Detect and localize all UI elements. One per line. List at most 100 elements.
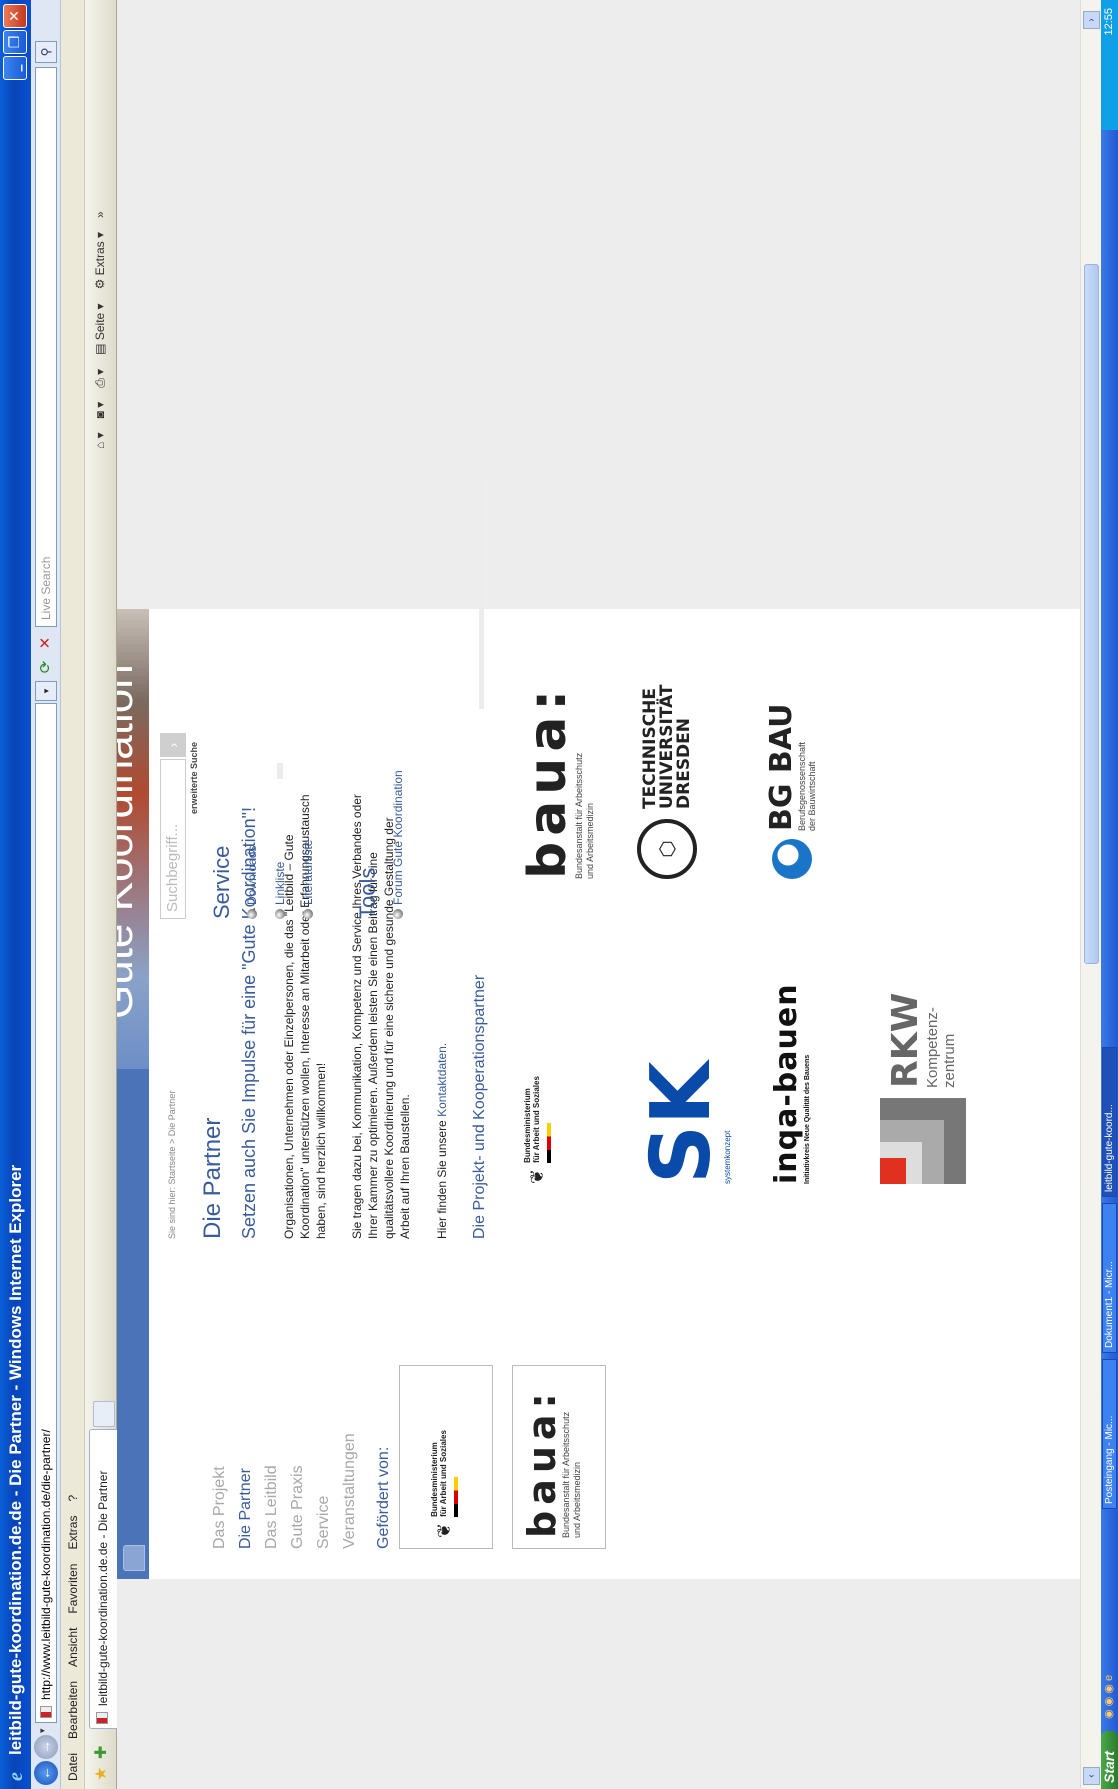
feeds-icon[interactable]: ◙ ▾ xyxy=(93,402,108,419)
taskbar-item-ie[interactable]: leitbild-gute-koord... xyxy=(1102,1047,1117,1197)
menu-help[interactable]: ? xyxy=(66,1495,80,1502)
link-downloads[interactable]: Downloads xyxy=(245,846,259,919)
tabs-row: ★ ✚ leitbild-gute-koordination.de.de - D… xyxy=(85,0,117,1789)
history-dropdown-icon[interactable]: ▾ xyxy=(37,1728,48,1733)
forward-button[interactable]: → xyxy=(34,1735,58,1759)
partner-logo-bmas[interactable]: ❦ Bundesministerium für Arbeit und Sozia… xyxy=(523,1073,551,1184)
divider xyxy=(277,763,283,779)
baua-wordmark: baua: xyxy=(520,1387,564,1538)
nav-service[interactable]: Service xyxy=(311,1433,337,1549)
ie-logo-icon: e xyxy=(4,1772,27,1781)
tools-menu[interactable]: ⚙ Extras ▾ xyxy=(93,232,108,289)
horizontal-scrollbar[interactable]: ‹ › xyxy=(1080,0,1101,1789)
advanced-search-link[interactable]: erweiterte Suche xyxy=(189,742,199,814)
partner-logo-systemkonzept[interactable]: SK systemkonzept xyxy=(634,1044,732,1184)
contact-text: Hier finden Sie unsere xyxy=(435,1116,449,1239)
favorites-star-icon[interactable]: ★ xyxy=(91,1767,111,1781)
partner-logo-inqa-bauen[interactable]: inqa-bauen Initiativkreis Neue Qualität … xyxy=(769,983,811,1184)
site-search-button[interactable]: › xyxy=(160,733,186,757)
home-icon[interactable]: ⌂ ▾ xyxy=(93,432,108,449)
bullet-icon xyxy=(303,909,313,919)
partners-heading: Die Projekt- und Kooperationspartner xyxy=(471,974,488,1239)
site-search-input[interactable]: Suchbegriff... xyxy=(160,759,186,919)
flag-stripe xyxy=(454,1476,458,1517)
site-banner: Gute Koordination xyxy=(117,609,149,1579)
system-tray: 12:55 xyxy=(1101,0,1118,130)
taskbar-item-word[interactable]: Dokument1 - Micr... xyxy=(1102,1203,1117,1353)
address-url: http://www.leitbild-gute-koordination.de… xyxy=(39,1429,53,1700)
nav-das-leitbild[interactable]: Das Leitbild xyxy=(259,1433,285,1549)
tud-seal-icon: ⬡ xyxy=(637,819,697,879)
quicklaunch-icons[interactable]: ◉ ◉ ◉ e xyxy=(1102,1675,1115,1719)
back-button[interactable]: ← xyxy=(34,1761,58,1785)
divider xyxy=(479,479,484,709)
inqa-tagline: Initiativkreis Neue Qualität des Bauens xyxy=(804,1054,811,1184)
refresh-icon[interactable]: ⟳ xyxy=(36,657,56,677)
nav-das-projekt[interactable]: Das Projekt xyxy=(207,1433,233,1549)
bullet-icon xyxy=(247,909,257,919)
page-viewport: Gute Koordination Das Projekt Die Partne… xyxy=(117,0,1101,1789)
page-menu-label: Seite xyxy=(93,312,107,341)
scroll-right-icon[interactable]: › xyxy=(1083,11,1100,29)
main-nav: Das Projekt Die Partner Das Leitbild Gut… xyxy=(207,1433,363,1549)
close-button[interactable]: ✕ xyxy=(3,4,27,28)
partner-logo-baua[interactable]: baua: Bundesanstalt für Arbeitsschutz un… xyxy=(518,683,596,879)
link-forum[interactable]: Forum Gute Koordination xyxy=(391,770,405,919)
taskbar-item-outlook[interactable]: Posteingang - Mic... xyxy=(1102,1359,1117,1509)
minimize-button[interactable]: _ xyxy=(3,56,27,80)
menu-ansicht[interactable]: Ansicht xyxy=(66,1628,80,1667)
menu-bearbeiten[interactable]: Bearbeiten xyxy=(66,1681,80,1739)
stop-icon[interactable]: ✕ xyxy=(36,633,56,653)
nav-gute-praxis[interactable]: Gute Praxis xyxy=(285,1433,311,1549)
bgbau-wordmark: BG BAU xyxy=(764,703,799,831)
banner-tab xyxy=(123,1545,145,1571)
nav-veranstaltungen[interactable]: Veranstaltungen xyxy=(337,1433,363,1549)
bullet-icon xyxy=(275,909,285,919)
nav-die-partner[interactable]: Die Partner xyxy=(233,1433,259,1549)
scrollbar-thumb[interactable] xyxy=(1084,264,1099,964)
more-chevron-icon[interactable]: » xyxy=(93,211,108,218)
restore-button[interactable]: ❐ xyxy=(3,30,27,54)
baua-line2: und Arbeitsmedizin xyxy=(585,802,595,879)
bmas-line2: für Arbeit und Soziales xyxy=(439,1430,448,1517)
address-row: ← → ▾ http://www.leitbild-gute-koordinat… xyxy=(31,0,61,1789)
federal-eagle-icon: ❦ xyxy=(526,1168,547,1184)
baua-wordmark: baua: xyxy=(518,683,578,879)
search-icon[interactable]: ⚲ xyxy=(35,41,57,63)
print-icon[interactable]: ⎙ ▾ xyxy=(93,369,108,388)
site-favicon-icon xyxy=(40,1706,52,1718)
partner-logo-rkw[interactable]: RKW Kompetenz- zentrum xyxy=(880,993,966,1184)
federal-eagle-icon: ❦ xyxy=(433,1522,454,1538)
link-linkliste-label: Linkliste xyxy=(273,861,287,905)
command-bar: ⌂ ▾ ◙ ▾ ⎙ ▾ ▤ Seite ▾ ⚙ Extras ▾ » xyxy=(93,211,108,449)
live-search-input[interactable]: Live Search xyxy=(35,67,57,627)
partner-logo-bg-bau[interactable]: BG BAU Berufsgenossenschaft der Bauwirts… xyxy=(764,703,817,879)
banner-title: Gute Koordination xyxy=(117,664,142,1019)
rkw-line2: zentrum xyxy=(941,1033,958,1088)
tab-die-partner[interactable]: leitbild-gute-koordination.de.de - Die P… xyxy=(89,1429,117,1729)
link-linkliste[interactable]: Linkliste xyxy=(273,862,287,919)
scroll-left-icon[interactable]: ‹ xyxy=(1083,1767,1100,1785)
address-dropdown-button[interactable]: ▾ xyxy=(35,681,57,701)
link-literaturliste[interactable]: Literaturliste xyxy=(301,840,315,919)
tud-line1: TECHNISCHE xyxy=(639,687,660,809)
breadcrumb: Sie sind hier: Startseite > Die Partner xyxy=(167,1090,177,1239)
contact-paragraph: Hier finden Sie unsere Kontaktdaten. xyxy=(435,1043,449,1239)
page-menu[interactable]: ▤ Seite ▾ xyxy=(93,303,108,354)
menu-extras[interactable]: Extras xyxy=(66,1516,80,1550)
menu-favoriten[interactable]: Favoriten xyxy=(66,1564,80,1614)
partner-logo-tu-dresden[interactable]: ⬡ TECHNISCHE UNIVERSITÄT DRESDEN xyxy=(637,685,697,879)
sidebar-logo-baua[interactable]: baua: Bundesanstalt für Arbeitsschutz un… xyxy=(512,1365,606,1549)
web-page: Gute Koordination Das Projekt Die Partne… xyxy=(117,479,1080,1579)
start-button[interactable]: Start xyxy=(1101,1731,1118,1789)
new-tab-button[interactable] xyxy=(93,1401,115,1427)
menu-datei[interactable]: Datei xyxy=(66,1753,80,1781)
add-favorite-icon[interactable]: ✚ xyxy=(91,1746,111,1759)
address-input[interactable]: http://www.leitbild-gute-koordination.de… xyxy=(35,703,57,1723)
inqa-wordmark: inqa-bauen xyxy=(769,983,804,1184)
sidebar-logo-bmas[interactable]: ❦ Bundesministerium für Arbeit und Sozia… xyxy=(399,1365,493,1549)
bgbau-line2: der Bauwirtschaft xyxy=(807,761,817,831)
rkw-mark-icon xyxy=(880,1098,966,1184)
contact-link[interactable]: Kontaktdaten. xyxy=(435,1043,449,1117)
bmas-line1: Bundesministerium xyxy=(523,1088,532,1163)
